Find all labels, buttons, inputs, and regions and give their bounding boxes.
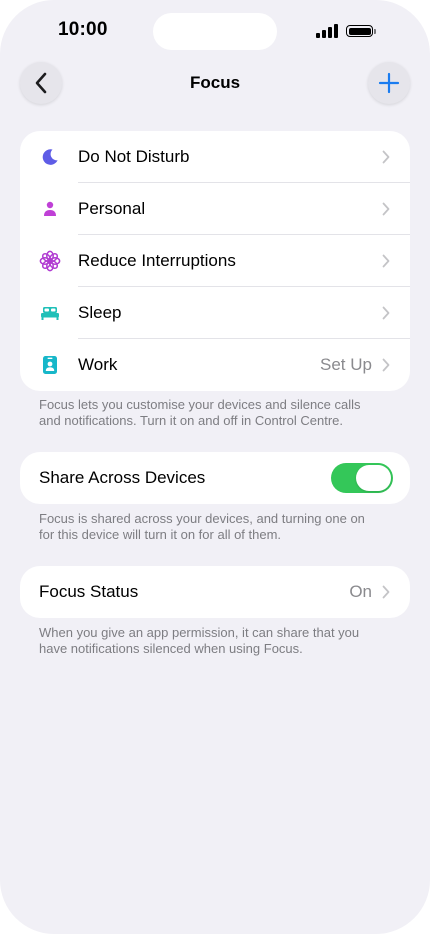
- phone-screen: 10:00 Focus Do Not Disturb Personal Redu…: [0, 0, 430, 934]
- focus-mode-label: Reduce Interruptions: [78, 251, 236, 270]
- chevron-right-icon: [382, 254, 390, 268]
- share-across-devices-toggle[interactable]: [331, 463, 393, 493]
- chevron-right-icon: [382, 306, 390, 320]
- chevron-right-icon: [382, 585, 390, 599]
- status-bar: 10:00: [0, 0, 430, 60]
- person-icon: [39, 198, 61, 220]
- dynamic-island: [153, 13, 277, 50]
- focus-modes-list: Do Not Disturb Personal Reduce Interrupt…: [20, 131, 410, 391]
- focus-mode-do-not-disturb[interactable]: Do Not Disturb: [20, 131, 410, 183]
- share-across-devices-group: Share Across Devices: [20, 452, 410, 504]
- focus-mode-personal[interactable]: Personal: [20, 183, 410, 235]
- battery-icon: [346, 23, 380, 39]
- bed-icon: [39, 302, 61, 324]
- focus-status-label: Focus Status: [39, 582, 139, 601]
- focus-mode-label: Do Not Disturb: [78, 147, 190, 166]
- focus-mode-sleep[interactable]: Sleep: [20, 287, 410, 339]
- focus-footnote: Focus lets you customise your devices an…: [39, 397, 361, 428]
- focus-mode-reduce-interruptions[interactable]: Reduce Interruptions: [20, 235, 410, 287]
- chevron-right-icon: [382, 202, 390, 216]
- focus-mode-label: Sleep: [78, 303, 122, 322]
- focus-status-value: On: [349, 582, 372, 601]
- id-badge-icon: [39, 354, 61, 376]
- cellular-signal-icon: [316, 22, 342, 40]
- focus-mode-label: Personal: [78, 199, 146, 218]
- chevron-right-icon: [382, 150, 390, 164]
- plus-icon: [378, 72, 400, 94]
- focus-mode-value: Set Up: [320, 355, 372, 374]
- page-title: Focus: [189, 73, 241, 92]
- share-footnote: Focus is shared across your devices, and…: [39, 511, 365, 542]
- focus-status-group: Focus Status On: [20, 566, 410, 618]
- add-focus-button[interactable]: [368, 62, 410, 104]
- flower-icon: [39, 250, 61, 272]
- navigation-bar: Focus: [0, 60, 430, 108]
- focus-status-row[interactable]: Focus Status On: [20, 566, 410, 618]
- focus-mode-label: Work: [78, 355, 118, 374]
- focus-mode-work[interactable]: Work Set Up: [20, 339, 410, 391]
- share-across-devices-row: Share Across Devices: [20, 452, 410, 504]
- chevron-right-icon: [382, 358, 390, 372]
- status-footnote: When you give an app permission, it can …: [39, 625, 360, 656]
- status-time: 10:00: [58, 19, 108, 40]
- moon-icon: [39, 146, 61, 168]
- share-across-devices-label: Share Across Devices: [39, 468, 206, 487]
- toggle-knob: [356, 465, 391, 491]
